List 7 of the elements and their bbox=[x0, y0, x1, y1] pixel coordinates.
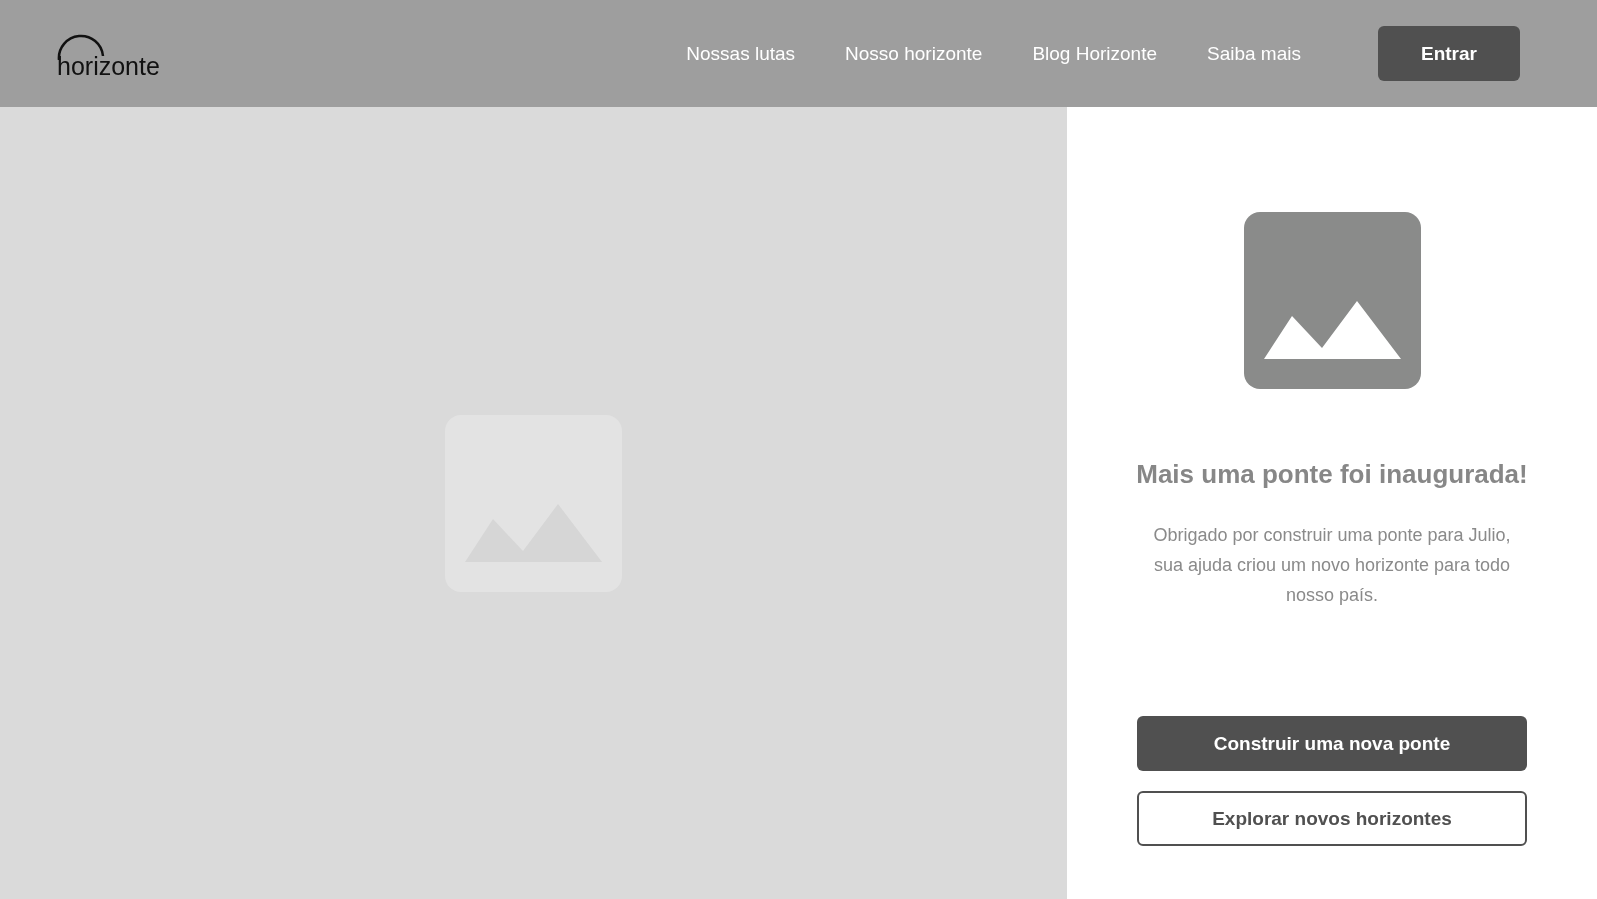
logo-text[interactable]: horizonte bbox=[57, 53, 160, 79]
thank-you-message: Obrigado por construir uma ponte para Julio, sua ajuda criou um novo horizonte para todo nosso país. bbox=[1152, 524, 1512, 607]
login-button[interactable]: Entrar bbox=[1378, 26, 1520, 81]
primary-button[interactable]: Construir uma nova ponte bbox=[1137, 716, 1527, 771]
success-title: Mais uma ponte foi inaugurada! bbox=[1136, 459, 1528, 490]
secondary-button[interactable]: Explorar novos horizontes bbox=[1137, 791, 1527, 846]
image-placeholder-icon bbox=[1243, 212, 1421, 389]
